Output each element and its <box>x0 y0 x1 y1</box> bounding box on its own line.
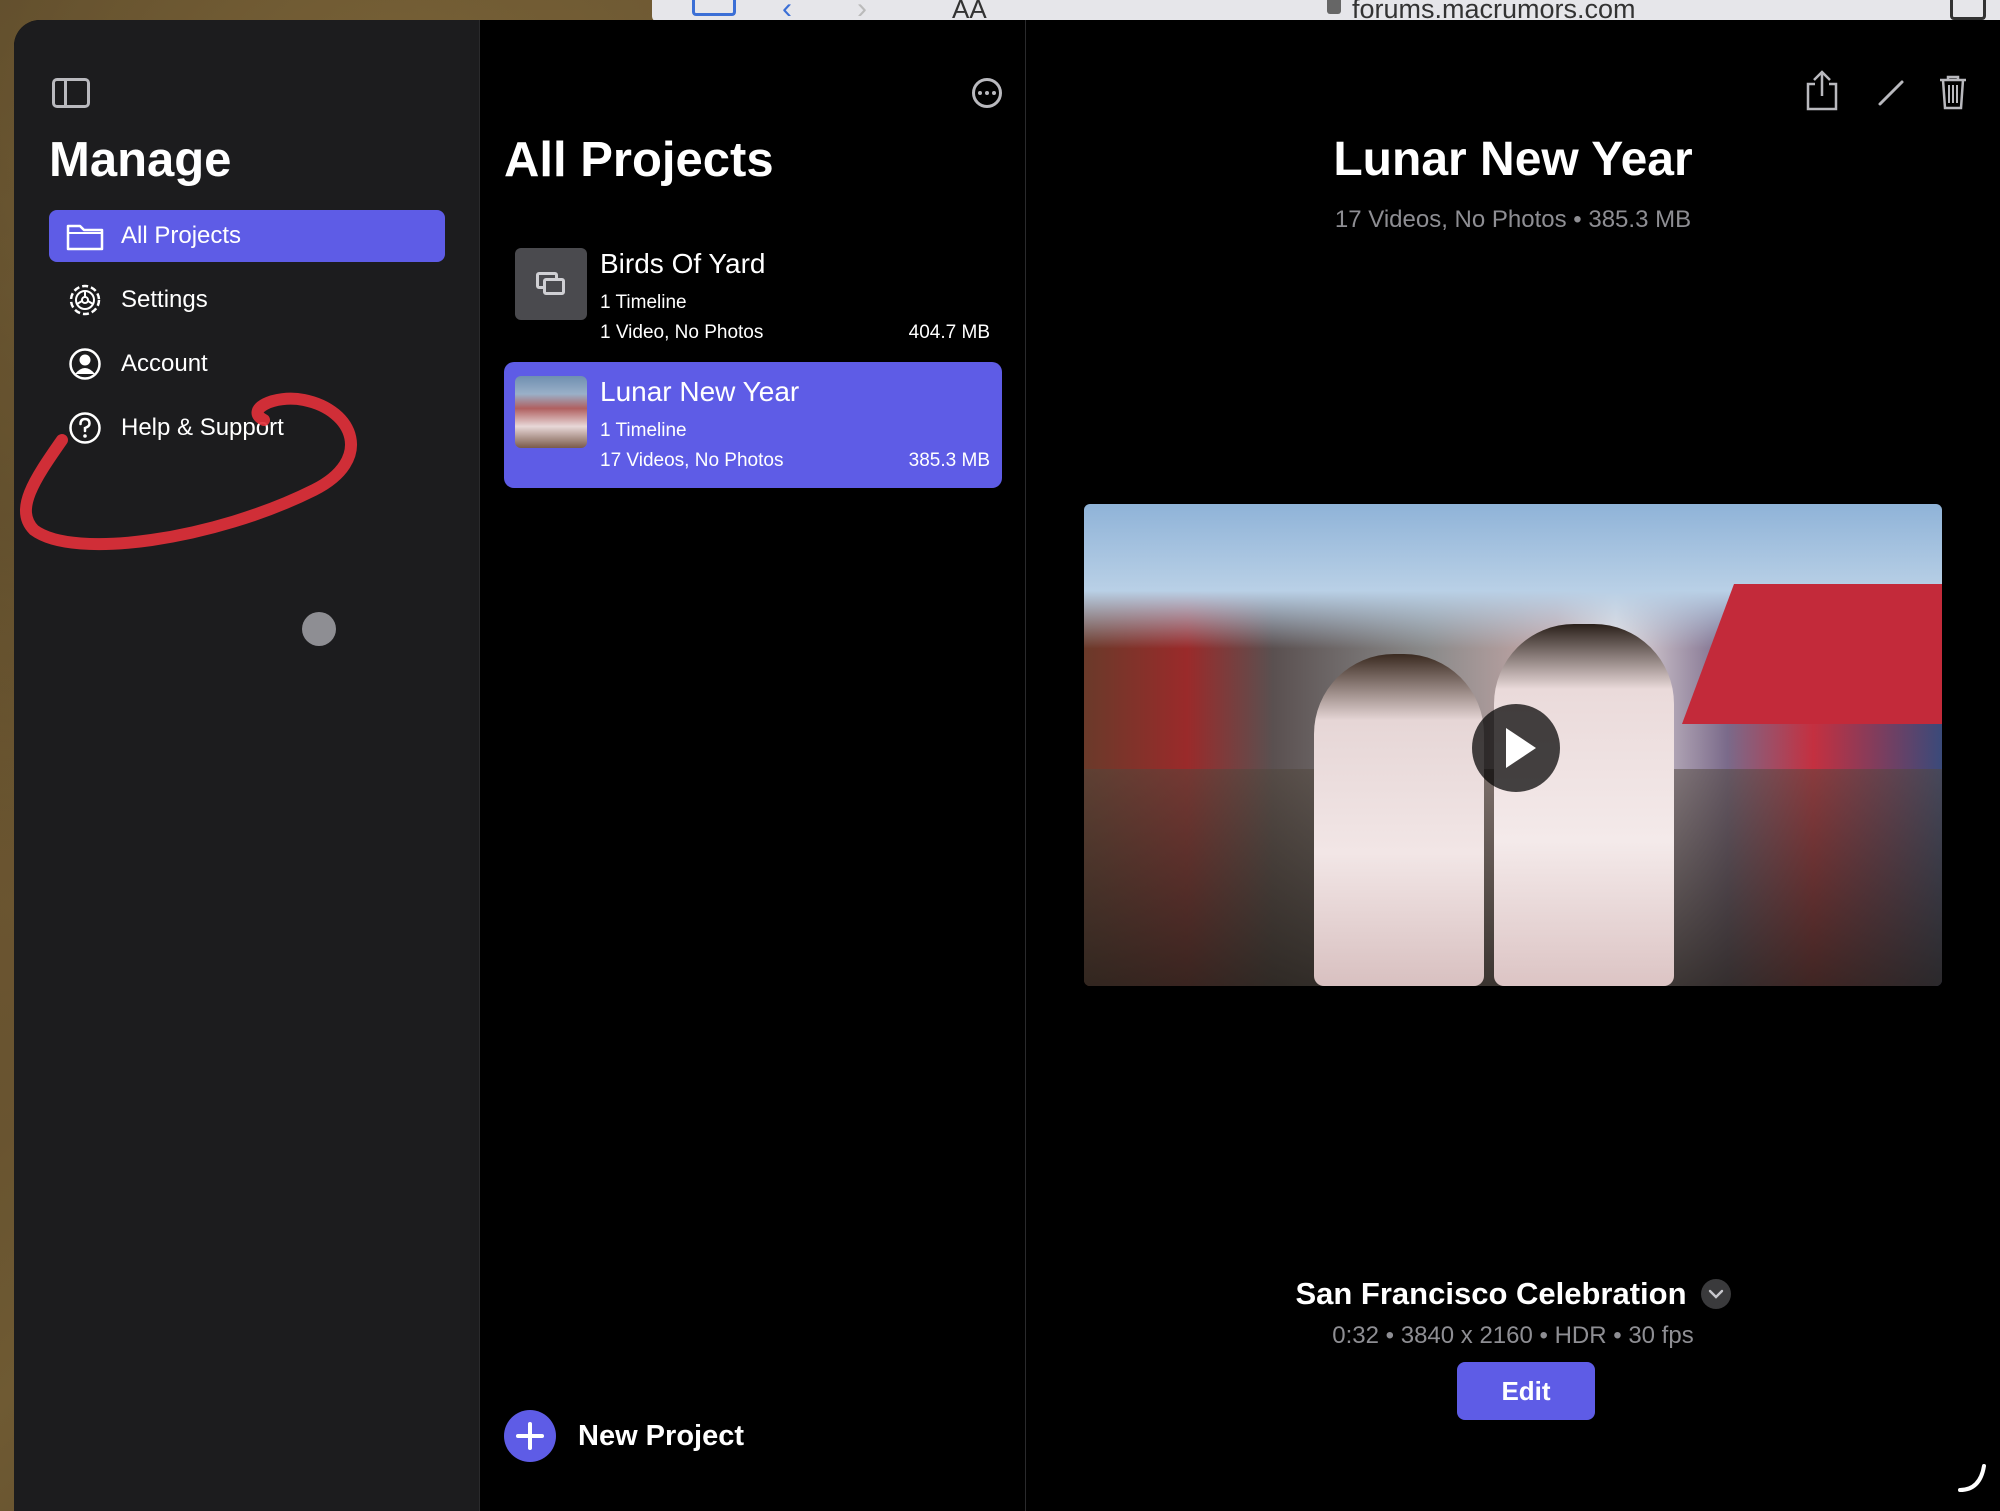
pointer-cursor <box>302 612 336 646</box>
sidebar-toggle-icon[interactable] <box>52 78 90 108</box>
clip-title: San Francisco Celebration <box>1295 1276 1687 1311</box>
clip-metadata: 0:32 • 3840 x 2160 • HDR • 30 fps <box>1332 1322 1694 1349</box>
sidebar-item-all-projects[interactable]: All Projects <box>49 210 445 262</box>
project-timeline-count: 1 Timeline <box>600 292 687 313</box>
new-project-label: New Project <box>578 1419 744 1452</box>
app-window: Manage All Projects Settings Account Hel… <box>14 20 2000 1511</box>
sidebar: Manage All Projects Settings Account Hel… <box>14 20 480 1511</box>
project-row-birds-of-yard[interactable]: Birds Of Yard 1 Timeline 1 Video, No Pho… <box>504 234 1002 360</box>
play-icon[interactable] <box>1472 704 1560 792</box>
project-row-lunar-new-year[interactable]: Lunar New Year 1 Timeline 17 Videos, No … <box>504 362 1002 488</box>
project-media-count: 17 Videos, No Photos <box>600 450 784 471</box>
account-icon <box>55 347 115 381</box>
lock-icon <box>1327 0 1341 14</box>
stacked-clips-icon <box>536 272 566 296</box>
projects-column: All Projects Birds Of Yard 1 Timeline 1 … <box>480 20 1026 1511</box>
red-circle-annotation <box>19 392 357 551</box>
gear-icon <box>55 283 115 317</box>
clip-title-row[interactable]: San Francisco Celebration <box>1026 1276 2000 1312</box>
safari-toolbar: ‹ › AA forums.macrumors.com <box>652 0 2000 25</box>
video-scene-person <box>1314 654 1484 986</box>
project-name: Birds Of Yard <box>600 248 766 279</box>
project-thumbnail <box>515 248 587 320</box>
project-media-count: 1 Video, No Photos <box>600 322 764 343</box>
sidebar-item-settings[interactable]: Settings <box>49 274 445 326</box>
sidebar-item-label: Account <box>121 350 208 377</box>
extensions-icon[interactable] <box>1950 0 1986 20</box>
project-thumbnail <box>515 376 587 448</box>
project-summary: 17 Videos, No Photos • 385.3 MB <box>1334 206 1692 233</box>
project-title: Lunar New Year <box>1333 133 1693 186</box>
project-detail: Lunar New Year 17 Videos, No Photos • 38… <box>1026 20 2000 1511</box>
pencil-icon[interactable] <box>1876 78 1906 113</box>
sidebar-item-label: Settings <box>121 286 208 313</box>
video-scene-tent <box>1682 584 1942 724</box>
tab-overview-icon[interactable] <box>692 0 736 16</box>
sidebar-item-label: All Projects <box>121 222 242 249</box>
edit-button[interactable]: Edit <box>1457 1362 1595 1420</box>
trash-icon[interactable] <box>1938 74 1968 115</box>
new-project-button[interactable]: New Project <box>504 1410 744 1462</box>
project-size: 385.3 MB <box>908 450 990 471</box>
project-name: Lunar New Year <box>600 376 800 407</box>
projects-title: All Projects <box>504 133 774 187</box>
project-size: 404.7 MB <box>908 322 990 343</box>
chevron-down-icon[interactable] <box>1700 1279 1731 1309</box>
more-options-button[interactable] <box>972 78 1002 108</box>
project-timeline-count: 1 Timeline <box>600 420 687 441</box>
plus-icon <box>504 1410 556 1462</box>
video-scene-person <box>1494 624 1674 986</box>
share-icon[interactable] <box>1804 70 1840 117</box>
resize-handle-icon[interactable] <box>1956 1462 1988 1499</box>
video-preview[interactable] <box>1084 504 1942 986</box>
folder-icon <box>55 221 115 251</box>
sidebar-title: Manage <box>49 133 232 187</box>
